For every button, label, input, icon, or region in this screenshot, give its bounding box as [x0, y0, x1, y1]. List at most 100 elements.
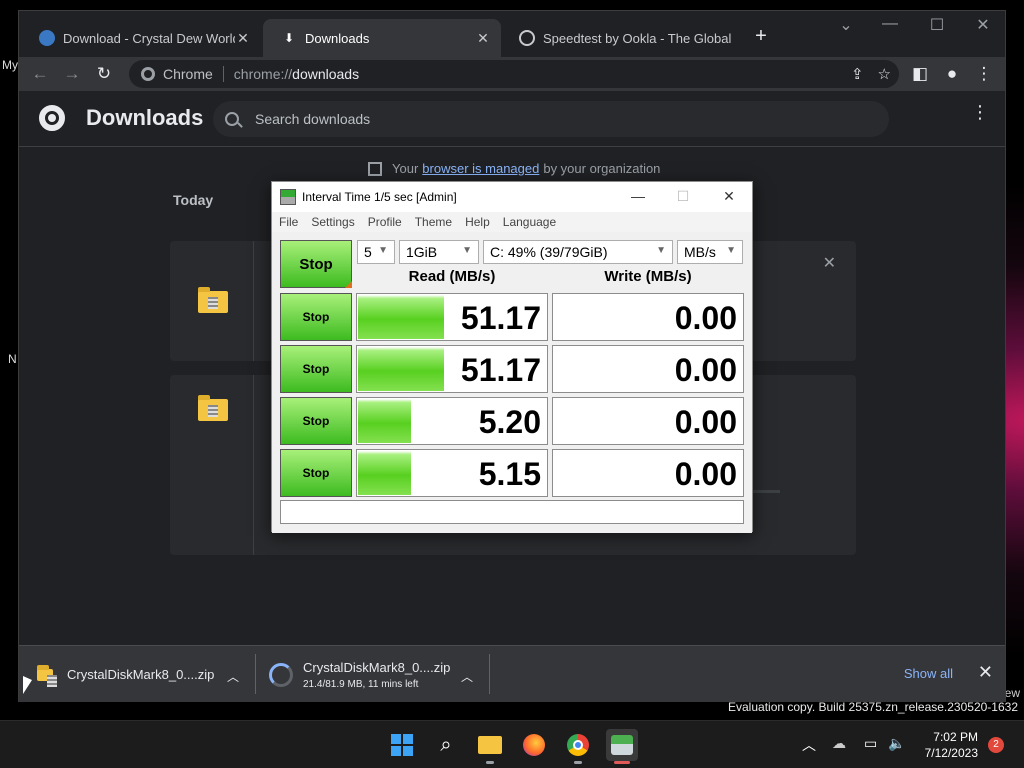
tab-speedtest[interactable]: Speedtest by Ookla - The Global [501, 19, 741, 57]
menu-profile[interactable]: Profile [361, 212, 408, 232]
read-result-cell: 51.17 [356, 293, 548, 341]
read-meter-bar [358, 451, 411, 495]
test-count-select[interactable]: 5 ▼ [357, 240, 395, 264]
read-value: 51.17 [460, 300, 541, 336]
row-stop-button[interactable]: Stop [280, 397, 352, 445]
more-options-icon[interactable]: ⋮ [971, 103, 989, 121]
tab-search-icon[interactable]: ⌄ [831, 15, 861, 35]
managed-notice: Your browser is managed by your organiza… [368, 161, 660, 176]
network-icon[interactable]: ▭ [864, 735, 877, 752]
clock-time: 7:02 PM [933, 730, 978, 744]
read-meter-bar [358, 347, 444, 391]
stop-all-button[interactable]: Stop [280, 240, 352, 288]
bookmark-star-icon[interactable]: ☆ [878, 65, 891, 83]
menu-help[interactable]: Help [458, 212, 496, 232]
new-tab-button[interactable]: + [749, 25, 773, 48]
managed-link[interactable]: browser is managed [422, 161, 539, 176]
download-shelf: CrystalDiskMark8_0....zip ︿ CrystalDiskM… [19, 645, 1005, 702]
maximize-button[interactable]: ☐ [673, 188, 693, 205]
address-bar[interactable]: Chrome chrome://downloads ⇪ ☆ [129, 60, 899, 88]
read-result-cell: 51.17 [356, 345, 548, 393]
menu-file[interactable]: File [272, 212, 304, 232]
close-icon[interactable]: ✕ [475, 30, 491, 47]
notification-badge[interactable]: 2 [988, 737, 1004, 753]
back-icon[interactable]: ← [29, 63, 51, 85]
tab-title: Speedtest by Ookla - The Global [543, 30, 731, 46]
test-size-value: 1GiB [406, 244, 438, 260]
row-stop-button[interactable]: Stop [280, 345, 352, 393]
chevron-down-icon: ▼ [656, 245, 666, 256]
search-icon[interactable]: ⌕ [430, 729, 462, 761]
running-indicator [574, 761, 582, 764]
tab-strip: Download - Crystal Dew World [ ✕ ⬇ Downl… [19, 11, 1005, 57]
chevron-down-icon: ▼ [378, 245, 388, 256]
menu-language[interactable]: Language [496, 212, 562, 232]
chevron-up-icon[interactable]: ︿ [227, 668, 239, 685]
read-meter-bar [358, 295, 444, 339]
minimize-button[interactable]: — [628, 188, 648, 204]
shelf-item-in-progress[interactable]: CrystalDiskMark8_0....zip 21.4/81.9 MB, … [269, 646, 489, 703]
read-value: 5.15 [478, 456, 541, 492]
profile-icon[interactable]: ● [941, 63, 963, 85]
show-all-link[interactable]: Show all [904, 666, 953, 681]
download-icon: ⬇ [283, 31, 295, 45]
search-icon [225, 112, 239, 126]
cloud-offline-icon[interactable]: ☁ [832, 735, 846, 752]
chevron-down-icon: ▼ [726, 245, 736, 256]
close-shelf-icon[interactable]: ✕ [978, 662, 993, 683]
test-size-select[interactable]: 1GiB ▼ [399, 240, 479, 264]
forward-icon[interactable]: → [61, 63, 83, 85]
shelf-item-name: CrystalDiskMark8_0....zip [67, 667, 215, 682]
tab-downloads[interactable]: ⬇ Downloads ✕ [263, 19, 501, 57]
managed-prefix: Your [392, 161, 419, 176]
side-panel-icon[interactable]: ◧ [909, 63, 931, 85]
crystaldiskmark-button[interactable] [606, 729, 638, 764]
shelf-item-name: CrystalDiskMark8_0....zip [303, 659, 451, 675]
firefox-button[interactable] [518, 729, 550, 761]
share-icon[interactable]: ⇪ [851, 65, 864, 83]
minimize-button[interactable]: — [875, 15, 905, 33]
comment-field[interactable] [280, 500, 744, 524]
row-stop-button[interactable]: Stop [280, 293, 352, 341]
zip-folder-icon [198, 287, 228, 313]
close-window-button[interactable]: ✕ [719, 188, 739, 205]
firefox-icon [523, 734, 545, 756]
watermark-fragment: ew [1004, 686, 1020, 700]
omnibox-separator [222, 66, 224, 82]
chevron-up-icon[interactable]: ︿ [461, 668, 473, 685]
close-icon[interactable]: ✕ [235, 30, 251, 47]
desktop-label[interactable]: My [2, 58, 18, 72]
active-indicator [614, 761, 630, 764]
menu-kebab-icon[interactable]: ⋮ [973, 63, 995, 85]
write-value: 0.00 [674, 404, 737, 440]
write-value: 0.00 [674, 352, 737, 388]
read-value: 51.17 [460, 352, 541, 388]
managed-suffix: by your organization [543, 161, 661, 176]
volume-icon[interactable]: 🔈 [888, 735, 905, 752]
chrome-button[interactable] [562, 729, 594, 764]
read-result-cell: 5.15 [356, 449, 548, 497]
search-input[interactable] [255, 111, 855, 127]
drive-select[interactable]: C: 49% (39/79GiB) ▼ [483, 240, 673, 264]
url-text[interactable]: chrome://downloads [234, 66, 359, 82]
tab-title: Download - Crystal Dew World [ [63, 30, 235, 46]
remove-download-icon[interactable]: ✕ [823, 253, 836, 273]
search-box[interactable] [213, 101, 889, 137]
running-indicator [486, 761, 494, 764]
chrome-chip[interactable]: Chrome [141, 66, 213, 82]
close-window-button[interactable]: ✕ [968, 15, 998, 35]
crystaldiskmark-icon [280, 189, 296, 205]
file-explorer-button[interactable] [474, 729, 506, 764]
chevron-up-icon[interactable]: ︿ [802, 735, 816, 755]
menu-settings[interactable]: Settings [304, 212, 360, 232]
maximize-button[interactable]: ☐ [922, 15, 952, 35]
tab-crystal-dew-world[interactable]: Download - Crystal Dew World [ ✕ [21, 19, 261, 57]
desktop-label[interactable]: N [8, 352, 17, 366]
start-button[interactable] [386, 729, 418, 761]
menu-theme[interactable]: Theme [408, 212, 458, 232]
clock[interactable]: 7:02 PM 7/12/2023 [925, 729, 978, 761]
unit-select[interactable]: MB/s ▼ [677, 240, 743, 264]
shelf-item[interactable]: CrystalDiskMark8_0....zip [37, 646, 247, 703]
reload-icon[interactable]: ↻ [93, 63, 115, 85]
row-stop-button[interactable]: Stop [280, 449, 352, 497]
